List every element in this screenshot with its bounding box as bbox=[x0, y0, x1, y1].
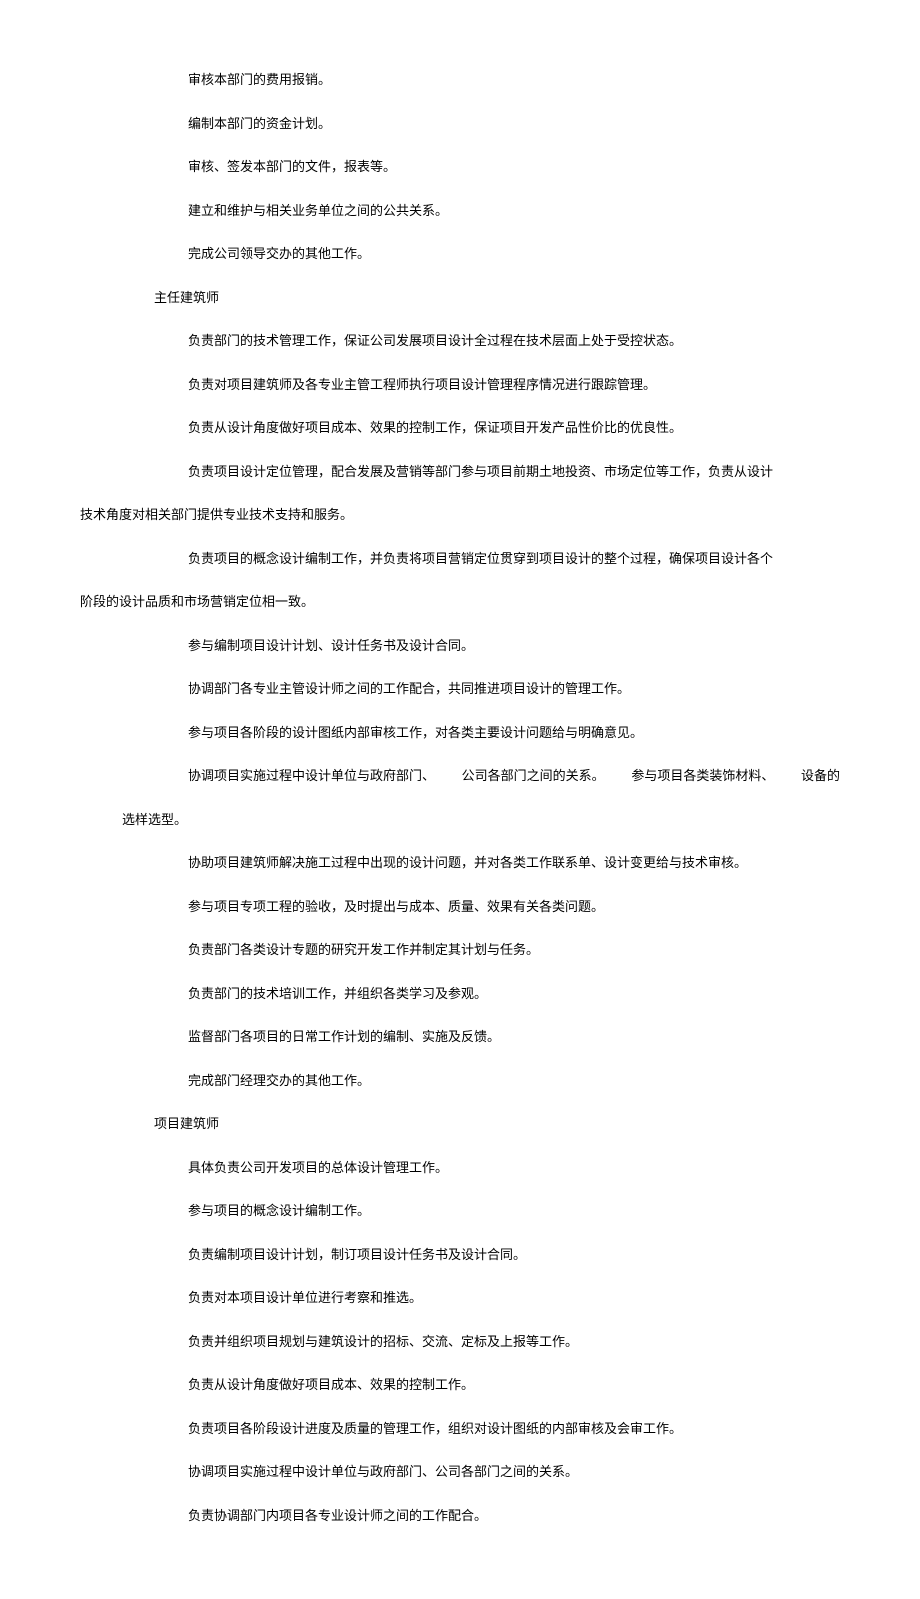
list-item: 审核本部门的费用报销。 bbox=[80, 70, 840, 90]
list-item: 负责从设计角度做好项目成本、效果的控制工作，保证项目开发产品性价比的优良性。 bbox=[80, 418, 840, 438]
list-item: 负责对项目建筑师及各专业主管工程师执行项目设计管理程序情况进行跟踪管理。 bbox=[80, 375, 840, 395]
list-item: 具体负责公司开发项目的总体设计管理工作。 bbox=[80, 1158, 840, 1178]
justified-line: 协调项目实施过程中设计单位与政府部门、 公司各部门之间的关系。 参与项目各类装饰… bbox=[80, 766, 840, 786]
list-item: 负责协调部门内项目各专业设计师之间的工作配合。 bbox=[80, 1506, 840, 1526]
list-item: 负责编制项目设计计划，制订项目设计任务书及设计合同。 bbox=[80, 1245, 840, 1265]
list-item: 负责从设计角度做好项目成本、效果的控制工作。 bbox=[80, 1375, 840, 1395]
list-item: 负责项目设计定位管理，配合发展及营销等部门参与项目前期土地投资、市场定位等工作，… bbox=[80, 462, 840, 482]
list-item: 建立和维护与相关业务单位之间的公共关系。 bbox=[80, 201, 840, 221]
list-item-continuation: 选样选型。 bbox=[80, 810, 840, 830]
list-item: 参与项目专项工程的验收，及时提出与成本、质量、效果有关各类问题。 bbox=[80, 897, 840, 917]
list-item: 负责并组织项目规划与建筑设计的招标、交流、定标及上报等工作。 bbox=[80, 1332, 840, 1352]
list-item: 参与项目各阶段的设计图纸内部审核工作，对各类主要设计问题给与明确意见。 bbox=[80, 723, 840, 743]
section-heading: 主任建筑师 bbox=[80, 288, 840, 308]
list-item: 负责部门的技术培训工作，并组织各类学习及参观。 bbox=[80, 984, 840, 1004]
list-item: 协调部门各专业主管设计师之间的工作配合，共同推进项目设计的管理工作。 bbox=[80, 679, 840, 699]
text-fragment: 公司各部门之间的关系。 bbox=[462, 766, 605, 786]
text-fragment: 参与项目各类装饰材料、 bbox=[631, 766, 774, 786]
list-item: 负责项目的概念设计编制工作，并负责将项目营销定位贯穿到项目设计的整个过程，确保项… bbox=[80, 549, 840, 569]
list-item-continuation: 阶段的设计品质和市场营销定位相一致。 bbox=[80, 592, 840, 612]
list-item: 监督部门各项目的日常工作计划的编制、实施及反馈。 bbox=[80, 1027, 840, 1047]
document-body: 审核本部门的费用报销。 编制本部门的资金计划。 审核、签发本部门的文件，报表等。… bbox=[80, 70, 840, 1525]
text-fragment: 协调项目实施过程中设计单位与政府部门、 bbox=[188, 766, 435, 786]
list-item: 编制本部门的资金计划。 bbox=[80, 114, 840, 134]
list-item: 协助项目建筑师解决施工过程中出现的设计问题，并对各类工作联系单、设计变更给与技术… bbox=[80, 853, 840, 873]
list-item: 完成部门经理交办的其他工作。 bbox=[80, 1071, 840, 1091]
list-item: 负责对本项目设计单位进行考察和推选。 bbox=[80, 1288, 840, 1308]
list-item: 完成公司领导交办的其他工作。 bbox=[80, 244, 840, 264]
list-item: 参与项目的概念设计编制工作。 bbox=[80, 1201, 840, 1221]
list-item-continuation: 技术角度对相关部门提供专业技术支持和服务。 bbox=[80, 505, 840, 525]
list-item: 负责部门的技术管理工作，保证公司发展项目设计全过程在技术层面上处于受控状态。 bbox=[80, 331, 840, 351]
section-heading: 项目建筑师 bbox=[80, 1114, 840, 1134]
list-item: 参与编制项目设计计划、设计任务书及设计合同。 bbox=[80, 636, 840, 656]
list-item: 负责项目各阶段设计进度及质量的管理工作，组织对设计图纸的内部审核及会审工作。 bbox=[80, 1419, 840, 1439]
list-item: 协调项目实施过程中设计单位与政府部门、公司各部门之间的关系。 bbox=[80, 1462, 840, 1482]
text-fragment: 设备的 bbox=[801, 766, 840, 786]
list-item: 负责部门各类设计专题的研究开发工作并制定其计划与任务。 bbox=[80, 940, 840, 960]
list-item: 审核、签发本部门的文件，报表等。 bbox=[80, 157, 840, 177]
